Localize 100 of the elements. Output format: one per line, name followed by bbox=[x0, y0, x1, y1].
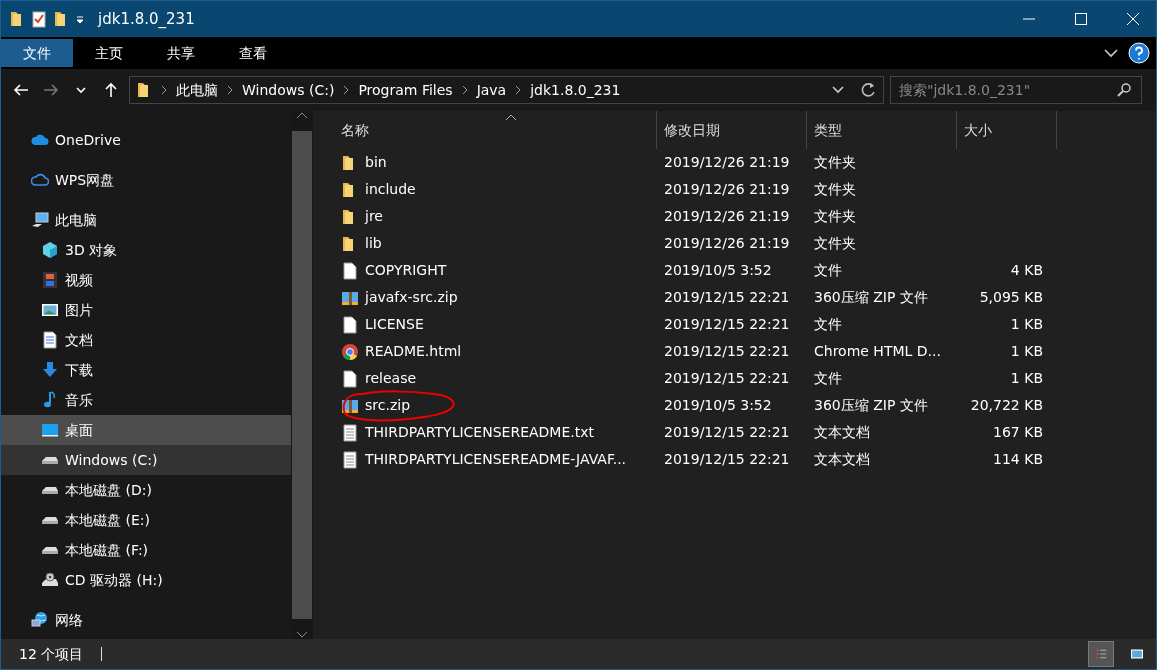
file-type: 文本文档 bbox=[814, 424, 870, 440]
file-row[interactable]: THIRDPARTYLICENSEREADME-JAVAF... 2019/12/15 22:21 文本文档 114 KB bbox=[337, 446, 1156, 473]
sidebar-item[interactable]: 文档 bbox=[1, 325, 291, 355]
cloud-icon bbox=[31, 171, 49, 189]
scroll-down-icon[interactable] bbox=[296, 631, 308, 639]
file-row[interactable]: lib 2019/12/26 21:19 文件夹 bbox=[337, 230, 1156, 257]
download-arrow-icon bbox=[41, 361, 59, 379]
file-type: 文件 bbox=[814, 370, 842, 386]
close-icon bbox=[1127, 13, 1139, 25]
file-type: Chrome HTML D... bbox=[814, 343, 941, 359]
modified-date: 2019/12/26 21:19 bbox=[664, 154, 790, 170]
file-type: 文件夹 bbox=[814, 208, 856, 224]
sidebar-item[interactable]: 下载 bbox=[1, 355, 291, 385]
chevron-down-icon[interactable] bbox=[831, 84, 845, 96]
file-row[interactable]: README.html 2019/12/15 22:21 Chrome HTML D... 1 KB bbox=[337, 338, 1156, 365]
file-row[interactable]: include 2019/12/26 21:19 文件夹 bbox=[337, 176, 1156, 203]
scrollbar-thumb[interactable] bbox=[292, 131, 312, 619]
address-bar[interactable]: 此电脑 Windows (C:) Program Files Java jdk1.8.0_231 bbox=[129, 76, 884, 104]
file-row[interactable]: src.zip 2019/10/5 3:52 360压缩 ZIP 文件 20,722 KB bbox=[337, 392, 1156, 419]
chevron-right-icon bbox=[460, 85, 469, 95]
desktop-icon bbox=[41, 421, 59, 439]
column-header[interactable]: 名称 bbox=[337, 111, 657, 149]
sidebar-item[interactable]: 本地磁盘 (D:) bbox=[1, 475, 291, 505]
file-type: 文件夹 bbox=[814, 181, 856, 197]
chevron-right-icon bbox=[160, 85, 168, 95]
sidebar-item[interactable]: 3D 对象 bbox=[1, 235, 291, 265]
file-icon bbox=[341, 315, 359, 334]
chevron-right-icon bbox=[514, 85, 523, 95]
file-name: COPYRIGHT bbox=[365, 262, 447, 278]
breadcrumb-link[interactable]: Program Files bbox=[358, 79, 453, 101]
ribbon-tab[interactable]: 主页 bbox=[73, 39, 145, 67]
file-row[interactable]: COPYRIGHT 2019/10/5 3:52 文件 4 KB bbox=[337, 257, 1156, 284]
file-row[interactable]: LICENSE 2019/12/15 22:21 文件 1 KB bbox=[337, 311, 1156, 338]
file-icon bbox=[341, 369, 359, 388]
file-size: 167 KB bbox=[993, 424, 1043, 440]
refresh-icon[interactable] bbox=[859, 81, 877, 99]
file-name: javafx-src.zip bbox=[365, 289, 458, 305]
column-header[interactable]: 类型 bbox=[807, 111, 957, 149]
file-icon bbox=[341, 261, 359, 280]
file-size: 4 KB bbox=[1010, 262, 1043, 278]
file-row[interactable]: THIRDPARTYLICENSEREADME.txt 2019/12/15 22:21 文本文档 167 KB bbox=[337, 419, 1156, 446]
file-row[interactable]: bin 2019/12/26 21:19 文件夹 bbox=[337, 149, 1156, 176]
file-type: 360压缩 ZIP 文件 bbox=[814, 289, 928, 305]
help-icon[interactable] bbox=[1128, 42, 1150, 64]
sidebar-item[interactable]: 图片 bbox=[1, 295, 291, 325]
ribbon-tab[interactable]: 共享 bbox=[145, 39, 217, 67]
breadcrumb-link[interactable]: 此电脑 bbox=[176, 79, 218, 101]
file-name: release bbox=[365, 370, 417, 386]
search-field[interactable]: 搜索"jdk1.8.0_231" bbox=[890, 76, 1142, 104]
breadcrumb-link[interactable]: Windows (C:) bbox=[242, 79, 335, 101]
breadcrumb-link[interactable]: jdk1.8.0_231 bbox=[530, 79, 621, 101]
file-row[interactable]: release 2019/12/15 22:21 文件 1 KB bbox=[337, 365, 1156, 392]
sidebar-item[interactable]: 本地磁盘 (F:) bbox=[1, 535, 291, 565]
sidebar-item[interactable]: Windows (C:) bbox=[1, 445, 291, 475]
breadcrumb-link[interactable]: Java bbox=[476, 79, 507, 101]
file-type: 360压缩 ZIP 文件 bbox=[814, 397, 928, 413]
minimize-icon bbox=[1023, 18, 1035, 20]
modified-date: 2019/12/15 22:21 bbox=[664, 343, 790, 359]
ribbon-tab[interactable]: 文件 bbox=[1, 39, 73, 67]
file-type: 文件夹 bbox=[814, 235, 856, 251]
file-name: README.html bbox=[365, 343, 462, 359]
scroll-up-icon[interactable] bbox=[296, 111, 308, 119]
chevron-down-icon[interactable] bbox=[1102, 47, 1120, 59]
modified-date: 2019/12/15 22:21 bbox=[664, 370, 790, 386]
item-count: 12 个项目 bbox=[19, 644, 84, 664]
document-icon bbox=[41, 331, 59, 349]
dropdown-icon[interactable] bbox=[75, 14, 85, 24]
properties-icon[interactable] bbox=[31, 10, 47, 28]
chevron-right-icon bbox=[226, 85, 234, 95]
column-header[interactable]: 大小 bbox=[957, 111, 1057, 149]
sidebar-item[interactable]: 本地磁盘 (E:) bbox=[1, 505, 291, 535]
column-header[interactable]: 修改日期 bbox=[657, 111, 807, 149]
sidebar-item[interactable]: 桌面 bbox=[1, 415, 291, 445]
window-title: jdk1.8.0_231 bbox=[98, 8, 196, 30]
drive-icon bbox=[41, 515, 59, 525]
file-size: 5,095 KB bbox=[979, 289, 1043, 305]
modified-date: 2019/10/5 3:52 bbox=[664, 397, 772, 413]
drive-icon bbox=[41, 545, 59, 555]
sidebar-item[interactable]: CD 驱动器 (H:) bbox=[1, 565, 291, 595]
sidebar-item[interactable]: 音乐 bbox=[1, 385, 291, 415]
file-name: LICENSE bbox=[365, 316, 424, 332]
sidebar-item[interactable]: 视频 bbox=[1, 265, 291, 295]
file-row[interactable]: javafx-src.zip 2019/12/15 22:21 360压缩 ZIP 文件 5,095 KB bbox=[337, 284, 1156, 311]
modified-date: 2019/12/15 22:21 bbox=[664, 289, 790, 305]
modified-date: 2019/12/26 21:19 bbox=[664, 235, 790, 251]
text-file-icon bbox=[341, 450, 359, 469]
computer-icon bbox=[31, 211, 49, 229]
sidebar-item[interactable]: OneDrive bbox=[1, 125, 291, 155]
sidebar-item[interactable]: WPS网盘 bbox=[1, 165, 291, 195]
file-name: src.zip bbox=[365, 397, 410, 413]
file-size: 1 KB bbox=[1010, 343, 1043, 359]
sidebar-item[interactable]: 网络 bbox=[1, 605, 291, 635]
file-name: THIRDPARTYLICENSEREADME-JAVAF... bbox=[365, 451, 627, 467]
modified-date: 2019/10/5 3:52 bbox=[664, 262, 772, 278]
network-icon bbox=[31, 611, 49, 629]
sidebar-item[interactable]: 此电脑 bbox=[1, 205, 291, 235]
ribbon-tab[interactable]: 查看 bbox=[217, 39, 289, 67]
file-size: 1 KB bbox=[1010, 316, 1043, 332]
file-row[interactable]: jre 2019/12/26 21:19 文件夹 bbox=[337, 203, 1156, 230]
file-name: lib bbox=[365, 235, 382, 251]
